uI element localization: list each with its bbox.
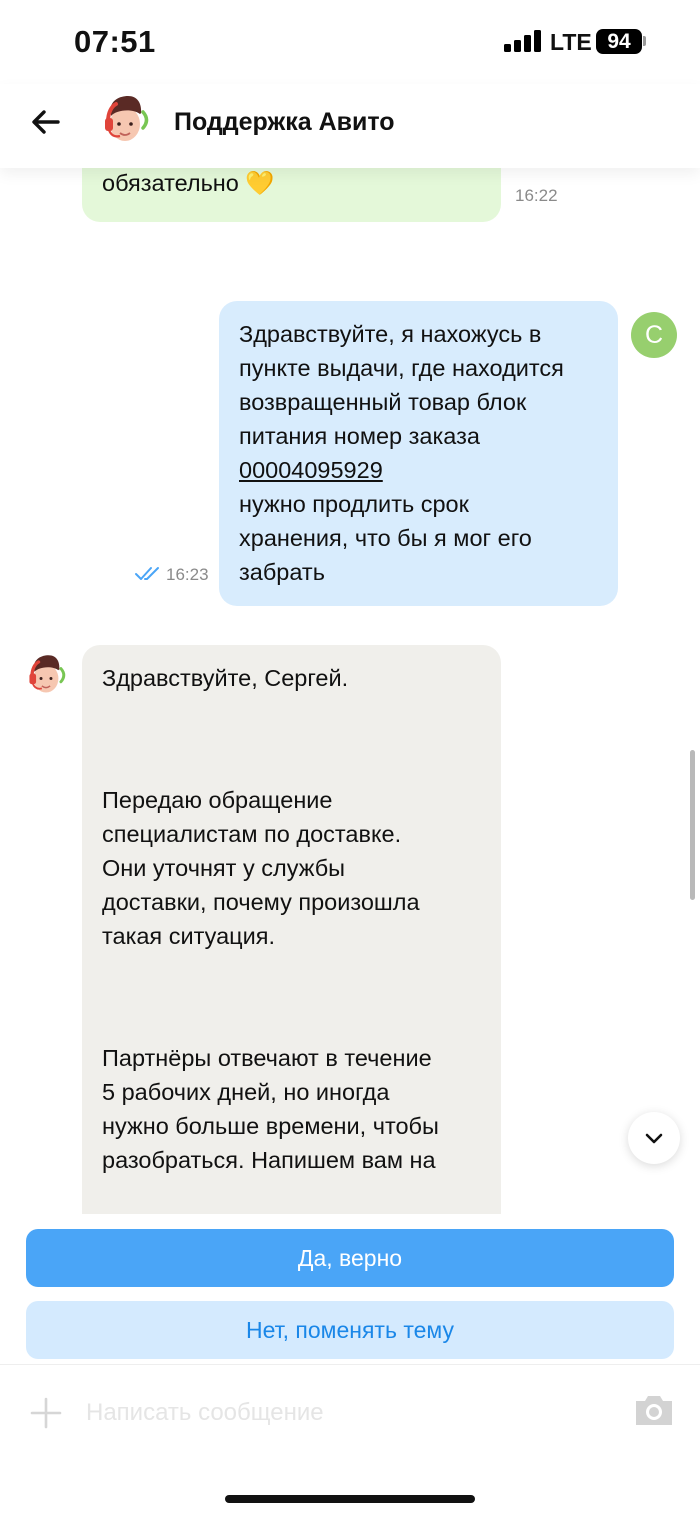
- status-time: 07:51: [74, 24, 156, 59]
- status-bar: 07:51 LTE 94: [0, 0, 700, 84]
- message-line: возвращенный товар блок: [239, 389, 527, 415]
- support-avatar[interactable]: [96, 92, 154, 150]
- message-time: 16:23: [166, 565, 209, 584]
- order-number-link[interactable]: 00004095929: [239, 453, 598, 487]
- message-line: 5 рабочих дней, но иногда: [102, 1079, 390, 1105]
- home-indicator: [225, 1495, 475, 1503]
- support-message-bubble: обязательно 💛: [82, 168, 501, 222]
- message-input[interactable]: [86, 1391, 606, 1435]
- attach-button[interactable]: [28, 1395, 64, 1431]
- support-agent-icon: [29, 655, 66, 693]
- message-composer: [0, 1364, 700, 1514]
- message-line: нужно больше времени, чтобы: [102, 1113, 439, 1139]
- message-line: хранения, что бы я мог его: [239, 525, 532, 551]
- message-line: разобраться. Напишем вам на: [102, 1147, 436, 1173]
- plus-icon: [30, 1397, 62, 1429]
- chevron-down-icon: [645, 1133, 663, 1144]
- signal-strength-icon: [504, 30, 542, 52]
- message-line: забрать: [239, 559, 325, 585]
- back-button[interactable]: [26, 102, 66, 142]
- chat-title: Поддержка Авито: [174, 108, 395, 136]
- quick-reply-yes-button[interactable]: Да, верно: [26, 1229, 674, 1287]
- message-line: Они уточнят у службы: [102, 855, 346, 881]
- message-text: обязательно 💛: [102, 170, 275, 196]
- camera-button[interactable]: [632, 1391, 676, 1429]
- chat-header: Поддержка Авито: [0, 84, 700, 168]
- user-avatar[interactable]: С: [631, 312, 677, 358]
- message-line: питания номер заказа: [239, 423, 480, 449]
- message-line: Здравствуйте, я нахожусь в: [239, 321, 542, 347]
- message-time: 16:22: [515, 186, 558, 205]
- message-line: Здравствуйте, Сергей.: [102, 665, 349, 691]
- arrow-left-icon: [32, 110, 60, 134]
- scrollbar[interactable]: [690, 750, 695, 900]
- quick-reply-no-button[interactable]: Нет, поменять тему: [26, 1301, 674, 1359]
- message-line: Передаю обращение: [102, 787, 333, 813]
- quick-replies: Да, верно Нет, поменять тему: [0, 1214, 700, 1364]
- camera-icon: [636, 1396, 672, 1425]
- message-line: такая ситуация.: [102, 923, 275, 949]
- battery-tip: [643, 36, 646, 46]
- message-line: специалистам по доставке.: [102, 821, 402, 847]
- support-avatar-small: [22, 652, 70, 700]
- double-check-icon: [135, 567, 159, 580]
- user-message-bubble: Здравствуйте, я нахожусь в пункте выдачи…: [219, 301, 618, 606]
- message-list[interactable]: обязательно 💛 16:22 С Здравствуйте, я на…: [0, 168, 700, 1228]
- message-line: пункте выдачи, где находится: [239, 355, 564, 381]
- battery-icon: 94: [596, 29, 642, 54]
- message-line: Партнёры отвечают в течение: [102, 1045, 432, 1071]
- support-agent-icon: [105, 96, 149, 141]
- network-type: LTE: [550, 29, 592, 55]
- message-line: доставки, почему произошла: [102, 889, 420, 915]
- message-line: нужно продлить срок: [239, 491, 469, 517]
- scroll-down-button[interactable]: [628, 1112, 680, 1164]
- support-message-bubble: Здравствуйте, Сергей. Передаю обращение …: [82, 645, 501, 1228]
